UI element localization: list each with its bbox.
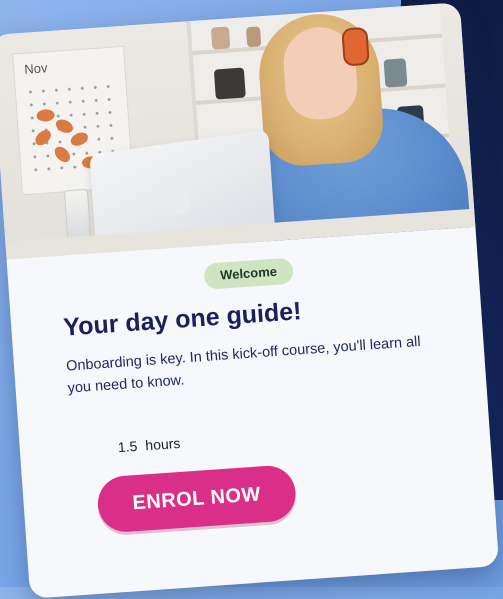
card-description: Onboarding is key. In this kick-off cour… — [65, 333, 422, 397]
headphones-icon — [341, 26, 370, 67]
card-content: Welcome Your day one guide! Onboarding i… — [7, 227, 500, 599]
card-title: Your day one guide! — [62, 297, 303, 342]
welcome-badge: Welcome — [203, 257, 294, 290]
duration-unit: hours — [144, 434, 181, 454]
calendar-month: Nov — [23, 60, 48, 77]
duration-value: 1.5 — [117, 437, 138, 456]
enrol-now-button[interactable]: ENROL NOW — [96, 464, 298, 534]
course-card[interactable]: Nov Welcome Your day one guide! Onboardi… — [0, 2, 500, 599]
course-photo: Nov — [0, 2, 476, 260]
course-duration: 1.5 hours — [117, 435, 180, 455]
course-card-wrapper: Nov Welcome Your day one guide! Onboardi… — [0, 2, 500, 599]
